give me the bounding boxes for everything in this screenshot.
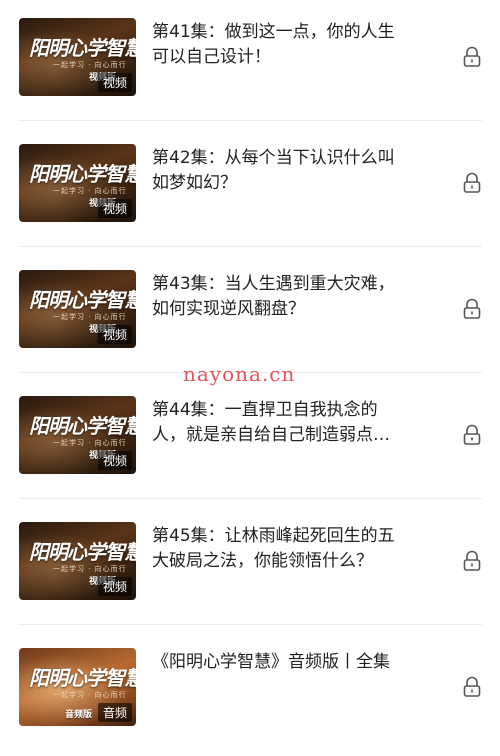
watermark: nayona.cn <box>183 362 296 386</box>
lock-icon <box>463 424 481 445</box>
episode-thumbnail[interactable]: 阳明心学智慧 一起学习 · 向心而行 视频版 视频 <box>19 270 136 348</box>
thumbnail-subtitle: 一起学习 · 向心而行 <box>53 61 127 69</box>
thumbnail-title: 阳明心学智慧 <box>29 540 136 564</box>
episode-title[interactable]: 第42集：从每个当下认识什么叫如梦如幻？ <box>152 146 402 196</box>
media-type-badge: 视频 <box>97 325 132 344</box>
lock-icon <box>463 46 481 67</box>
media-type-badge: 视频 <box>97 73 132 92</box>
thumbnail-subtitle: 一起学习 · 向心而行 <box>53 565 127 573</box>
divider <box>18 120 482 121</box>
episode-thumbnail[interactable]: 阳明心学智慧 一起学习 · 向心而行 音频版 音频 <box>19 648 136 726</box>
divider <box>18 624 482 625</box>
lock-icon <box>463 298 481 319</box>
divider <box>18 246 482 247</box>
divider <box>18 498 482 499</box>
lock-icon <box>463 172 481 193</box>
thumbnail-title: 阳明心学智慧 <box>29 288 136 312</box>
thumbnail-subtitle: 一起学习 · 向心而行 <box>53 691 127 699</box>
episode-title[interactable]: 第41集：做到这一点，你的人生可以自己设计！ <box>152 20 402 70</box>
episode-title[interactable]: 第44集：一直捍卫自我执念的人，就是亲自给自己制造弱点的人 <box>152 398 402 448</box>
thumbnail-title: 阳明心学智慧 <box>29 162 136 186</box>
episode-thumbnail[interactable]: 阳明心学智慧 一起学习 · 向心而行 视频版 视频 <box>19 396 136 474</box>
media-type-badge: 视频 <box>97 451 132 470</box>
audio-full-collection-item[interactable]: 阳明心学智慧 一起学习 · 向心而行 音频版 音频 《阳明心学智慧》音频版丨全集 <box>0 630 500 756</box>
episode-title[interactable]: 第45集：让林雨峰起死回生的五大破局之法，你能领悟什么？ <box>152 524 402 574</box>
thumbnail-title: 阳明心学智慧 <box>29 36 136 60</box>
thumbnail-version: 音频版 <box>64 710 92 720</box>
thumbnail-subtitle: 一起学习 · 向心而行 <box>53 313 127 321</box>
media-type-badge: 音频 <box>97 703 132 722</box>
thumbnail-subtitle: 一起学习 · 向心而行 <box>53 439 127 447</box>
lock-icon <box>463 550 481 571</box>
episode-title[interactable]: 第43集：当人生遇到重大灾难，如何实现逆风翻盘？ <box>152 272 402 322</box>
episode-item-45[interactable]: 阳明心学智慧 一起学习 · 向心而行 视频版 视频 第45集：让林雨峰起死回生的… <box>0 504 500 630</box>
thumbnail-title: 阳明心学智慧 <box>29 666 136 690</box>
episode-thumbnail[interactable]: 阳明心学智慧 一起学习 · 向心而行 视频版 视频 <box>19 522 136 600</box>
episode-item-43[interactable]: 阳明心学智慧 一起学习 · 向心而行 视频版 视频 第43集：当人生遇到重大灾难… <box>0 252 500 378</box>
episode-item-44[interactable]: 阳明心学智慧 一起学习 · 向心而行 视频版 视频 第44集：一直捍卫自我执念的… <box>0 378 500 504</box>
episode-title[interactable]: 《阳明心学智慧》音频版丨全集 <box>152 650 412 675</box>
episode-thumbnail[interactable]: 阳明心学智慧 一起学习 · 向心而行 视频版 视频 <box>19 18 136 96</box>
lock-icon <box>463 676 481 697</box>
media-type-badge: 视频 <box>97 577 132 596</box>
episode-item-42[interactable]: 阳明心学智慧 一起学习 · 向心而行 视频版 视频 第42集：从每个当下认识什么… <box>0 126 500 252</box>
thumbnail-title: 阳明心学智慧 <box>29 414 136 438</box>
thumbnail-subtitle: 一起学习 · 向心而行 <box>53 187 127 195</box>
episode-item-41[interactable]: 阳明心学智慧 一起学习 · 向心而行 视频版 视频 第41集：做到这一点，你的人… <box>0 0 500 126</box>
media-type-badge: 视频 <box>97 199 132 218</box>
episode-thumbnail[interactable]: 阳明心学智慧 一起学习 · 向心而行 视频版 视频 <box>19 144 136 222</box>
